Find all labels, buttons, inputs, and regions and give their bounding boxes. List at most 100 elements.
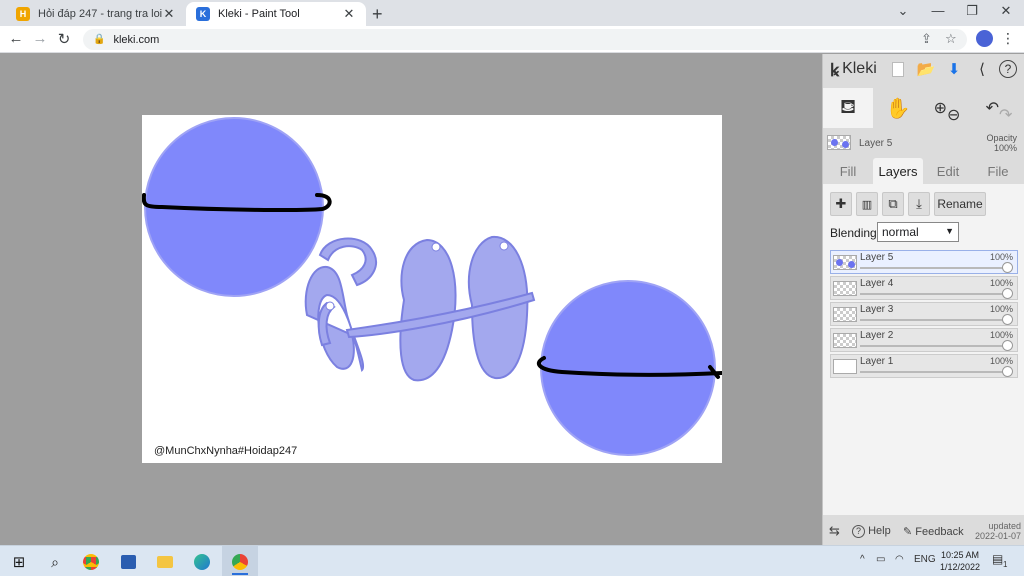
tab-file[interactable]: File — [973, 158, 1023, 184]
letter-shape-1 — [304, 265, 365, 372]
file-explorer-icon[interactable] — [154, 551, 176, 573]
layer-row-3[interactable]: Layer 3 100% — [830, 302, 1018, 326]
profile-avatar[interactable] — [976, 30, 993, 47]
battery-icon[interactable]: ▭ — [876, 554, 885, 565]
hand-tool[interactable]: ✋ — [883, 88, 913, 128]
help-icon[interactable]: ? — [999, 60, 1017, 78]
tool-row: ⛾ ✋ ⊕ ⊖ ↶ ↷ — [823, 88, 1024, 128]
layer-opacity: 100% — [989, 252, 1013, 262]
lock-icon: 🔒 — [93, 34, 106, 45]
opacity-slider-track[interactable] — [860, 371, 1010, 373]
clock-time: 10:25 AM — [940, 550, 980, 560]
swap-side-icon[interactable]: ⇆ — [829, 523, 840, 539]
redo-icon[interactable]: ↷ — [999, 105, 1012, 125]
open-folder-icon[interactable]: 📂 — [915, 58, 937, 80]
add-layer-button[interactable]: ✚ — [830, 192, 852, 216]
letter-shapes — [304, 235, 536, 382]
hand-icon: ✋ — [885, 97, 911, 120]
new-tab-button[interactable]: + — [372, 4, 383, 25]
wifi-icon[interactable]: ◠ — [895, 554, 904, 565]
opacity-slider-track[interactable] — [860, 345, 1010, 347]
restore-button[interactable]: ❐ — [957, 3, 987, 19]
right-circle — [540, 280, 716, 456]
minimize-button[interactable]: — — [923, 3, 953, 18]
layer-row-5[interactable]: Layer 5 100% — [830, 250, 1018, 274]
layer-name: Layer 1 — [860, 356, 894, 367]
tab-edit[interactable]: Edit — [923, 158, 973, 184]
merge-layer-button[interactable]: ⤓ — [908, 192, 930, 216]
layer-thumbnail — [833, 307, 857, 322]
tab-search-icon[interactable]: ⌄ — [888, 3, 918, 19]
opacity-slider-knob[interactable] — [1002, 366, 1013, 377]
blending-select[interactable]: normal ▼ — [877, 222, 959, 242]
fill-bucket-tool[interactable]: ⛾ — [823, 88, 873, 128]
layer-name: Layer 4 — [860, 278, 894, 289]
rename-layer-button[interactable]: Rename — [934, 192, 986, 216]
store-icon[interactable] — [117, 551, 139, 573]
taskbar-clock[interactable]: 10:25 AM 1/12/2022 — [936, 549, 984, 573]
search-icon[interactable]: ⌕ — [44, 551, 66, 573]
chrome-taskbar-icon[interactable] — [80, 551, 102, 573]
feedback-link[interactable]: ✎ Feedback — [903, 525, 964, 538]
layer-thumbnail — [833, 255, 857, 270]
tab-kleki[interactable]: K Kleki - Paint Tool ✕ — [186, 2, 366, 26]
zoom-in-icon[interactable]: ⊕ — [934, 98, 947, 118]
language-indicator[interactable]: ENG — [914, 554, 936, 565]
layer-name: Layer 3 — [860, 304, 894, 315]
opacity-slider-track[interactable] — [860, 267, 1010, 269]
opacity-slider-knob[interactable] — [1002, 314, 1013, 325]
opacity-slider-track[interactable] — [860, 293, 1010, 295]
help-link[interactable]: ? Help — [852, 525, 891, 538]
chrome-active-taskbar-icon[interactable] — [222, 546, 258, 576]
canvas-artwork — [142, 117, 722, 456]
windows-taskbar: ⊞ ⌕ ^ ▭ ◠ ENG 10:25 AM 1/12/2022 ▤ 1 — [0, 545, 1024, 576]
opacity-slider-knob[interactable] — [1002, 262, 1013, 273]
zoom-out-icon[interactable]: ⊖ — [947, 105, 960, 125]
share-icon[interactable]: ⟨ — [971, 58, 993, 80]
kleki-side-panel: ꝃ Kleki 📂 ⬇ ⟨ ? ⛾ ✋ ⊕ ⊖ ↶ ↷ Layer 5 Opacit… — [822, 54, 1024, 545]
undo-redo-tools[interactable]: ↶ ↷ — [979, 88, 1019, 128]
browser-tab-strip: H Hỏi đáp 247 - trang tra loi ✕ K Kleki … — [0, 0, 1024, 26]
edge-icon[interactable] — [191, 551, 213, 573]
opacity-slider-knob[interactable] — [1002, 340, 1013, 351]
tab-title: Hỏi đáp 247 - trang tra loi — [38, 8, 162, 20]
reload-button[interactable]: ↻ — [54, 30, 74, 48]
layer-row-4[interactable]: Layer 4 100% — [830, 276, 1018, 300]
zoom-tools[interactable]: ⊕ ⊖ — [927, 88, 967, 128]
tab-layers[interactable]: Layers — [873, 158, 923, 184]
download-icon[interactable]: ⬇ — [943, 58, 965, 80]
share-icon[interactable]: ⇪ — [921, 31, 932, 47]
duplicate-layer-button[interactable]: ⧉ — [882, 192, 904, 216]
bookmark-star-icon[interactable]: ☆ — [945, 31, 957, 47]
delete-layer-button[interactable]: ▥ — [856, 192, 878, 216]
url-bar[interactable]: 🔒 kleki.com ⇪ ☆ — [83, 29, 967, 50]
notification-icon[interactable]: ▤ — [992, 552, 1003, 566]
opacity-slider-track[interactable] — [860, 319, 1010, 321]
trash-icon: ▥ — [861, 198, 873, 211]
merge-down-icon: ⤓ — [916, 196, 922, 211]
layer-name: Layer 5 — [860, 252, 894, 263]
blending-value: normal — [882, 225, 919, 239]
forward-button[interactable]: → — [30, 30, 50, 47]
address-bar-row: ← → ↻ 🔒 kleki.com ⇪ ☆ — [0, 26, 1024, 53]
drawing-canvas[interactable]: @MunChxNynha#Hoidap247 — [142, 115, 722, 463]
tray-chevron-icon[interactable]: ^ — [860, 554, 865, 565]
layer-row-1[interactable]: Layer 1 100% — [830, 354, 1018, 378]
close-tab-icon[interactable]: ✕ — [162, 6, 176, 22]
current-layer-header: Layer 5 Opacity 100% — [823, 132, 1024, 156]
current-layer-name: Layer 5 — [859, 138, 893, 149]
opacity-slider-knob[interactable] — [1002, 288, 1013, 299]
feedback-icon: ✎ — [903, 526, 913, 538]
close-window-button[interactable]: ✕ — [991, 3, 1021, 19]
undo-icon[interactable]: ↶ — [986, 98, 999, 118]
new-image-icon[interactable] — [887, 58, 909, 80]
tab-fill[interactable]: Fill — [823, 158, 873, 184]
close-tab-icon[interactable]: ✕ — [342, 6, 356, 22]
watermark-text: @MunChxNynha#Hoidap247 — [154, 445, 298, 457]
start-windows-icon[interactable]: ⊞ — [8, 551, 30, 573]
tab-hoidap247[interactable]: H Hỏi đáp 247 - trang tra loi ✕ — [6, 2, 186, 26]
browser-menu-icon[interactable]: ⋮ — [1001, 30, 1015, 47]
canvas-workspace[interactable]: @MunChxNynha#Hoidap247 — [0, 54, 822, 545]
layer-row-2[interactable]: Layer 2 100% — [830, 328, 1018, 352]
back-button[interactable]: ← — [6, 30, 26, 47]
